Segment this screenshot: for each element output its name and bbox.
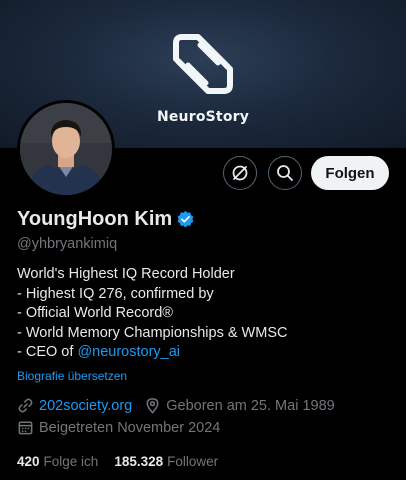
bio-line: - World Memory Championships & WMSC — [17, 324, 288, 341]
search-icon — [277, 165, 293, 181]
bio-line-prefix: - CEO of — [17, 344, 78, 360]
bio-line: - Highest IQ 276, confirmed by — [17, 285, 214, 302]
follow-stats: 420 Folge ich 185.328 Follower — [17, 454, 234, 469]
name-row: YoungHoon Kim — [17, 208, 195, 231]
following-label: Folge ich — [43, 454, 99, 469]
grok-icon — [232, 165, 248, 181]
calendar-icon — [18, 421, 33, 435]
profile-meta-row: Beigetreten November 2024 — [17, 419, 220, 436]
search-button[interactable] — [268, 156, 302, 190]
mention-link[interactable]: @neurostory_ai — [77, 344, 180, 360]
following-count: 420 — [17, 454, 40, 469]
follow-button[interactable]: Folgen — [311, 156, 389, 190]
verified-badge-icon[interactable] — [176, 210, 195, 229]
bio-line: - CEO of @neurostory_ai — [17, 343, 287, 363]
grok-button[interactable] — [223, 156, 257, 190]
neurostory-logo-icon — [173, 34, 233, 94]
translate-bio-link[interactable]: Biografie übersetzen — [17, 369, 127, 383]
following-link[interactable]: 420 Folge ich — [17, 454, 114, 469]
joined-date: Beigetreten November 2024 — [39, 419, 221, 436]
profile-meta-row: 202society.org Geboren am 25. Mai 1989 — [17, 397, 335, 414]
avatar[interactable] — [17, 100, 115, 198]
display-name: YoungHoon Kim — [17, 208, 173, 230]
followers-label: Follower — [167, 454, 219, 469]
followers-link[interactable]: 185.328 Follower — [114, 454, 234, 469]
bio-line: - Official World Record® — [17, 305, 173, 321]
user-handle: @yhbryankimiq — [17, 236, 118, 252]
website-link[interactable]: 202society.org — [39, 398, 132, 414]
bio: World's Highest IQ Record Holder - Highe… — [17, 265, 287, 363]
followers-count: 185.328 — [114, 454, 164, 469]
link-icon — [18, 398, 33, 413]
bio-line: World's Highest IQ Record Holder — [17, 266, 235, 282]
avatar-photo — [20, 103, 112, 195]
birthday-text: Geboren am 25. Mai 1989 — [166, 397, 335, 414]
location-pin-icon — [146, 398, 159, 414]
